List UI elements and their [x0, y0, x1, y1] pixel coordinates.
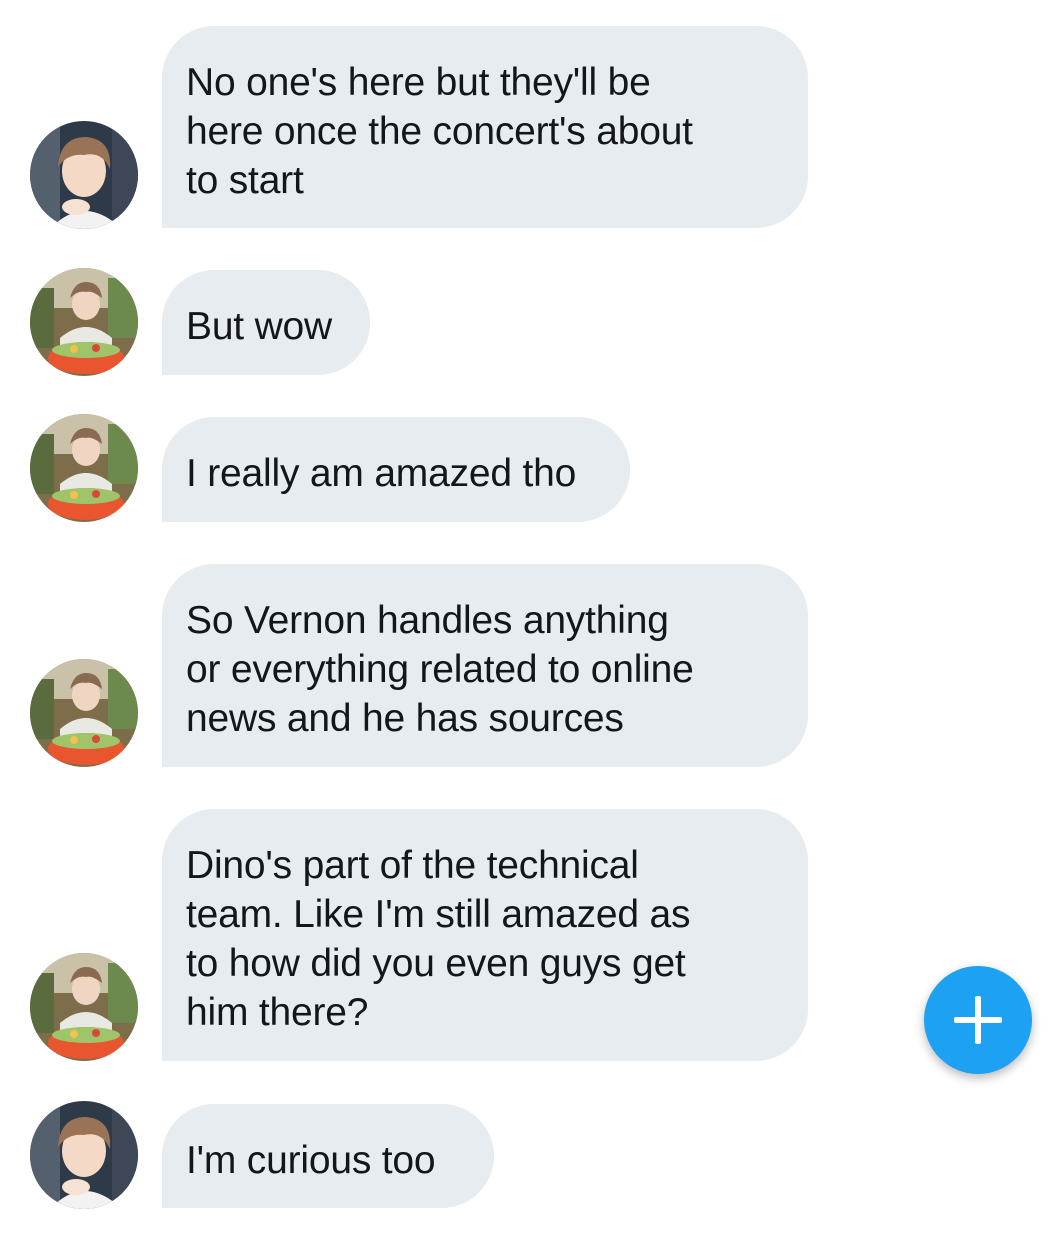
food-photo-avatar-icon — [30, 659, 138, 767]
food-photo-avatar-icon — [30, 953, 138, 1061]
message-bubble[interactable]: Dino's part of the technical team. Like … — [162, 809, 808, 1061]
message-bubble[interactable]: But wow — [162, 270, 370, 375]
plus-icon — [954, 996, 1002, 1044]
user-avatar[interactable] — [30, 414, 138, 522]
food-photo-avatar-icon — [30, 414, 138, 522]
user-avatar[interactable] — [30, 268, 138, 376]
portrait-avatar-icon — [30, 1101, 138, 1209]
compose-button[interactable] — [924, 966, 1032, 1074]
portrait-avatar-icon — [30, 121, 138, 229]
message-bubble[interactable]: I really am amazed tho — [162, 417, 630, 522]
food-photo-avatar-icon — [30, 268, 138, 376]
user-avatar[interactable] — [30, 659, 138, 767]
user-avatar[interactable] — [30, 121, 138, 229]
user-avatar[interactable] — [30, 1101, 138, 1209]
message-bubble[interactable]: No one's here but they'll be here once t… — [162, 26, 808, 228]
message-bubble[interactable]: I'm curious too — [162, 1104, 494, 1208]
user-avatar[interactable] — [30, 953, 138, 1061]
message-bubble[interactable]: So Vernon handles anything or everything… — [162, 564, 808, 767]
